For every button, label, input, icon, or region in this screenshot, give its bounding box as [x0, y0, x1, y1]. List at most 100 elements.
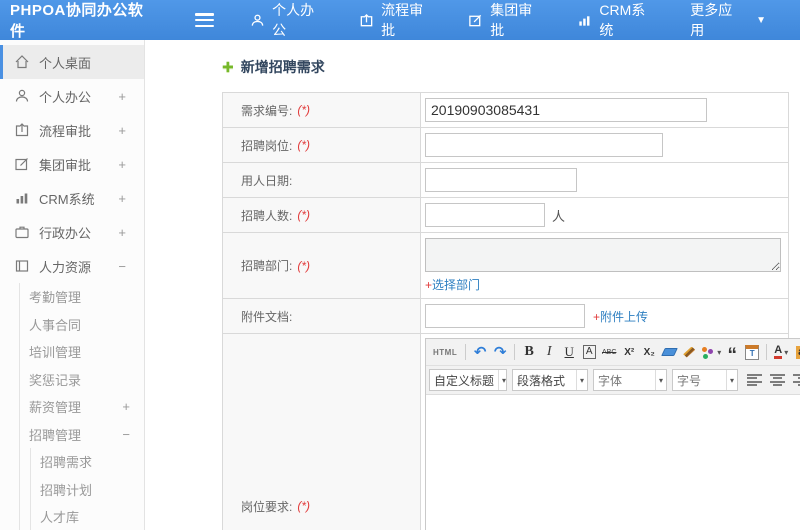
form-row-attach: 附件文档: +附件上传	[223, 299, 788, 334]
book-icon	[14, 258, 30, 274]
attachment-upload-link[interactable]: +附件上传	[593, 308, 648, 325]
sidebar-item-hr-contract[interactable]: 人事合同	[20, 311, 144, 339]
eraser-icon[interactable]	[659, 342, 679, 362]
paragraph-format-dropdown[interactable]: 段落格式 ▾	[512, 369, 588, 391]
highlight-color-icon[interactable]: a	[791, 342, 800, 362]
sidebar-item-workflow-approval[interactable]: 流程审批 +	[0, 113, 144, 147]
sidebar-item-recruit-demand[interactable]: 招聘需求	[31, 448, 144, 476]
subscript-icon[interactable]: X₂	[639, 342, 659, 362]
required-mark: (*)	[297, 208, 311, 222]
link-text: 选择部门	[432, 278, 481, 292]
edit-icon	[468, 13, 483, 28]
expand-toggle[interactable]: +	[122, 399, 130, 414]
form-row-position: 招聘岗位: (*)	[223, 128, 788, 163]
sidebar-item-recruit-mgmt[interactable]: 招聘管理 −	[20, 421, 144, 449]
sidebar-item-recruit-plan[interactable]: 招聘计划	[31, 476, 144, 504]
bar-chart-icon	[14, 190, 30, 206]
expand-toggle[interactable]: +	[118, 191, 126, 206]
sidebar-item-personal-office[interactable]: 个人办公 +	[0, 79, 144, 113]
sidebar-item-salary[interactable]: 薪资管理 +	[20, 393, 144, 421]
sidebar-item-rewards[interactable]: 奖惩记录	[20, 366, 144, 394]
form-row-dept: 招聘部门: (*) +选择部门	[223, 233, 788, 299]
underline-icon[interactable]: U	[559, 342, 579, 362]
paste-text-icon[interactable]: T	[742, 342, 762, 362]
format-brush-icon[interactable]	[679, 342, 699, 362]
dept-textarea[interactable]	[425, 238, 781, 272]
font-style-icon[interactable]: A	[582, 345, 596, 359]
undo-icon[interactable]: ↶	[470, 342, 490, 362]
nav-group-approval[interactable]: 集团审批	[468, 0, 543, 40]
sidebar-item-talent-pool[interactable]: 人才库	[31, 503, 144, 530]
req-no-input[interactable]	[425, 98, 707, 122]
label-text: 招聘人数:	[241, 208, 293, 223]
sidebar-item-admin-office[interactable]: 行政办公 +	[0, 215, 144, 249]
editor-content-area[interactable]	[426, 395, 800, 530]
add-plus-icon: ✚	[222, 58, 234, 75]
custom-heading-dropdown[interactable]: 自定义标题 ▾	[429, 369, 507, 391]
sidebar-item-label: 个人桌面	[39, 55, 92, 71]
attachment-input[interactable]	[425, 304, 585, 328]
expand-toggle[interactable]: −	[118, 259, 126, 274]
source-code-button[interactable]: HTML	[429, 342, 461, 362]
sidebar-item-label: 培训管理	[29, 345, 82, 361]
sidebar-item-crm[interactable]: CRM系统 +	[0, 181, 144, 215]
dropdown-value: 段落格式	[517, 373, 566, 388]
app-window: PHPOA协同办公软件 个人办公 流程审批 集团审批 CRM系统 更多应用 ▼ …	[0, 0, 800, 530]
required-mark: (*)	[297, 499, 311, 513]
palette-icon[interactable]: ▾	[699, 342, 722, 362]
expand-toggle[interactable]: +	[118, 157, 126, 172]
align-left-icon[interactable]	[747, 373, 762, 387]
form-row-date: 用人日期:	[223, 163, 788, 198]
font-size-dropdown[interactable]: 字号 ▾	[672, 369, 738, 391]
sidebar-item-attendance[interactable]: 考勤管理	[20, 283, 144, 311]
font-color-icon[interactable]: A ▾	[771, 342, 791, 362]
bar-chart-icon	[577, 13, 592, 28]
forecolor-glyph: A	[774, 345, 783, 359]
sidebar-item-label: 人事合同	[29, 317, 82, 333]
nav-crm-system[interactable]: CRM系统	[577, 0, 656, 40]
nav-more-apps[interactable]: 更多应用	[690, 0, 744, 40]
sidebar-item-label: 奖惩记录	[29, 372, 82, 388]
redo-icon[interactable]: ↷	[490, 342, 510, 362]
nav-label: 个人办公	[272, 2, 315, 38]
align-right-icon[interactable]	[793, 373, 800, 387]
strikethrough-icon[interactable]: ABC	[599, 342, 619, 362]
headcount-input[interactable]	[425, 203, 545, 227]
blockquote-icon[interactable]: “	[722, 342, 742, 365]
hire-date-input[interactable]	[425, 168, 577, 192]
nav-label: 更多应用	[690, 2, 733, 38]
sidebar-item-training[interactable]: 培训管理	[20, 338, 144, 366]
caret-down-icon: ▾	[784, 347, 789, 357]
caret-down-icon: ▾	[654, 370, 666, 390]
nav-label: CRM系统	[599, 2, 646, 38]
nav-label: 集团审批	[490, 2, 533, 38]
sidebar-item-label: 招聘需求	[40, 455, 93, 471]
label-text: 用人日期:	[241, 173, 293, 188]
dropdown-value: 字体	[598, 373, 623, 388]
expand-toggle[interactable]: +	[118, 123, 126, 138]
expand-toggle[interactable]: +	[118, 89, 126, 104]
paste-t-glyph: T	[745, 344, 760, 360]
main-content: ✚ 新增招聘需求 需求编号: (*) 招聘岗位: (*)	[146, 40, 800, 530]
italic-icon[interactable]: I	[539, 342, 559, 362]
nav-personal-office[interactable]: 个人办公	[250, 0, 325, 40]
hamburger-menu-icon[interactable]	[194, 13, 215, 27]
sidebar-item-personal-desktop[interactable]: 个人桌面	[0, 45, 144, 79]
select-dept-link[interactable]: +选择部门	[425, 276, 480, 293]
recruit-submenu: 招聘需求 招聘计划 人才库	[30, 448, 144, 530]
nav-label: 流程审批	[381, 2, 424, 38]
expand-toggle[interactable]: +	[118, 225, 126, 240]
caret-down-icon[interactable]: ▼	[756, 0, 766, 40]
sidebar-item-human-resources[interactable]: 人力资源 −	[0, 249, 144, 283]
plus-glyph: +	[593, 309, 601, 324]
sidebar-item-label: 薪资管理	[29, 400, 82, 416]
align-center-icon[interactable]	[770, 373, 785, 387]
sidebar-item-group-approval[interactable]: 集团审批 +	[0, 147, 144, 181]
position-input[interactable]	[425, 133, 663, 157]
font-family-dropdown[interactable]: 字体 ▾	[593, 369, 667, 391]
sidebar-item-label: 招聘管理	[29, 427, 82, 443]
bold-icon[interactable]: B	[519, 342, 539, 362]
nav-workflow-approval[interactable]: 流程审批	[359, 0, 434, 40]
superscript-icon[interactable]: X²	[619, 342, 639, 362]
expand-toggle[interactable]: −	[122, 427, 130, 442]
